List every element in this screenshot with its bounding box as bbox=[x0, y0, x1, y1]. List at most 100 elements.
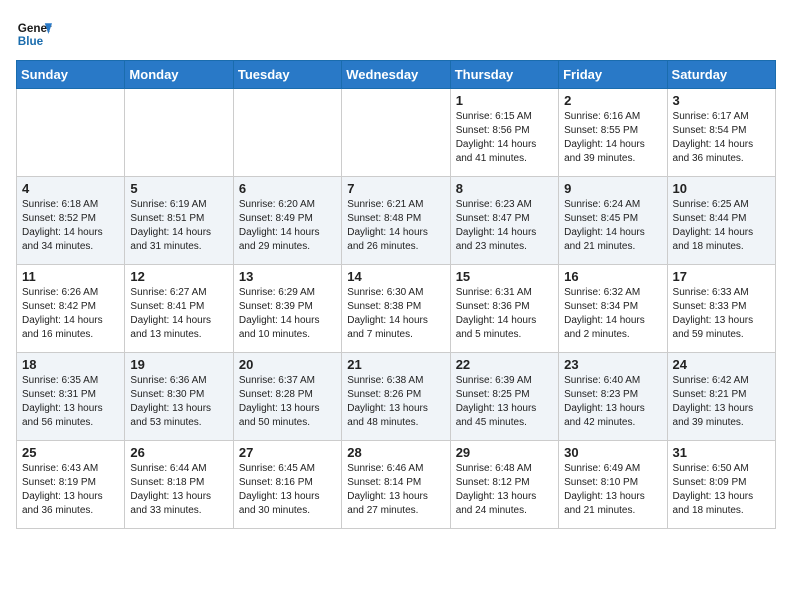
cell-info: and 50 minutes. bbox=[239, 416, 336, 430]
cell-info: and 21 minutes. bbox=[564, 240, 661, 254]
cell-info: Sunrise: 6:39 AM bbox=[456, 374, 553, 388]
cell-info: and 27 minutes. bbox=[347, 504, 444, 518]
cell-info: Daylight: 13 hours bbox=[239, 490, 336, 504]
cell-info: Sunset: 8:54 PM bbox=[673, 124, 770, 138]
logo-icon: General Blue bbox=[16, 16, 52, 52]
cell-info: and 42 minutes. bbox=[564, 416, 661, 430]
cell-info: Daylight: 13 hours bbox=[673, 314, 770, 328]
cell-info: Sunrise: 6:26 AM bbox=[22, 286, 119, 300]
calendar-cell: 13Sunrise: 6:29 AMSunset: 8:39 PMDayligh… bbox=[233, 265, 341, 353]
day-number: 24 bbox=[673, 357, 770, 372]
cell-info: Daylight: 14 hours bbox=[239, 226, 336, 240]
calendar-cell: 19Sunrise: 6:36 AMSunset: 8:30 PMDayligh… bbox=[125, 353, 233, 441]
day-number: 20 bbox=[239, 357, 336, 372]
cell-info: Sunset: 8:39 PM bbox=[239, 300, 336, 314]
cell-info: Daylight: 13 hours bbox=[22, 490, 119, 504]
day-number: 21 bbox=[347, 357, 444, 372]
cell-info: Sunrise: 6:27 AM bbox=[130, 286, 227, 300]
col-saturday: Saturday bbox=[667, 61, 775, 89]
cell-info: Daylight: 13 hours bbox=[347, 402, 444, 416]
cell-info: and 34 minutes. bbox=[22, 240, 119, 254]
col-tuesday: Tuesday bbox=[233, 61, 341, 89]
cell-info: Sunrise: 6:23 AM bbox=[456, 198, 553, 212]
cell-info: and 30 minutes. bbox=[239, 504, 336, 518]
calendar-cell: 16Sunrise: 6:32 AMSunset: 8:34 PMDayligh… bbox=[559, 265, 667, 353]
cell-info: and 59 minutes. bbox=[673, 328, 770, 342]
cell-info: Sunrise: 6:42 AM bbox=[673, 374, 770, 388]
calendar-cell: 30Sunrise: 6:49 AMSunset: 8:10 PMDayligh… bbox=[559, 441, 667, 529]
cell-info: and 39 minutes. bbox=[564, 152, 661, 166]
calendar-cell: 29Sunrise: 6:48 AMSunset: 8:12 PMDayligh… bbox=[450, 441, 558, 529]
cell-info: Sunset: 8:21 PM bbox=[673, 388, 770, 402]
calendar-cell: 22Sunrise: 6:39 AMSunset: 8:25 PMDayligh… bbox=[450, 353, 558, 441]
cell-info: and 18 minutes. bbox=[673, 504, 770, 518]
cell-info: Sunset: 8:45 PM bbox=[564, 212, 661, 226]
calendar-cell: 26Sunrise: 6:44 AMSunset: 8:18 PMDayligh… bbox=[125, 441, 233, 529]
cell-info: and 39 minutes. bbox=[673, 416, 770, 430]
day-number: 10 bbox=[673, 181, 770, 196]
cell-info: Sunrise: 6:43 AM bbox=[22, 462, 119, 476]
cell-info: Daylight: 14 hours bbox=[456, 138, 553, 152]
cell-info: Daylight: 13 hours bbox=[130, 490, 227, 504]
cell-info: and 29 minutes. bbox=[239, 240, 336, 254]
cell-info: Sunset: 8:52 PM bbox=[22, 212, 119, 226]
day-number: 22 bbox=[456, 357, 553, 372]
cell-info: Sunrise: 6:15 AM bbox=[456, 110, 553, 124]
calendar-cell bbox=[233, 89, 341, 177]
col-wednesday: Wednesday bbox=[342, 61, 450, 89]
cell-info: Sunrise: 6:35 AM bbox=[22, 374, 119, 388]
cell-info: Daylight: 14 hours bbox=[456, 314, 553, 328]
calendar-cell: 20Sunrise: 6:37 AMSunset: 8:28 PMDayligh… bbox=[233, 353, 341, 441]
calendar-cell: 1Sunrise: 6:15 AMSunset: 8:56 PMDaylight… bbox=[450, 89, 558, 177]
day-number: 29 bbox=[456, 445, 553, 460]
calendar-cell: 10Sunrise: 6:25 AMSunset: 8:44 PMDayligh… bbox=[667, 177, 775, 265]
cell-info: Sunset: 8:51 PM bbox=[130, 212, 227, 226]
cell-info: Sunset: 8:28 PM bbox=[239, 388, 336, 402]
cell-info: and 31 minutes. bbox=[130, 240, 227, 254]
cell-info: Sunset: 8:16 PM bbox=[239, 476, 336, 490]
calendar-cell bbox=[17, 89, 125, 177]
cell-info: and 36 minutes. bbox=[22, 504, 119, 518]
cell-info: Daylight: 14 hours bbox=[456, 226, 553, 240]
day-number: 5 bbox=[130, 181, 227, 196]
day-number: 18 bbox=[22, 357, 119, 372]
logo: General Blue bbox=[16, 16, 56, 52]
col-monday: Monday bbox=[125, 61, 233, 89]
cell-info: Sunset: 8:48 PM bbox=[347, 212, 444, 226]
day-number: 9 bbox=[564, 181, 661, 196]
cell-info: Daylight: 14 hours bbox=[564, 314, 661, 328]
cell-info: Daylight: 14 hours bbox=[673, 138, 770, 152]
calendar-week-4: 18Sunrise: 6:35 AMSunset: 8:31 PMDayligh… bbox=[17, 353, 776, 441]
cell-info: Sunrise: 6:48 AM bbox=[456, 462, 553, 476]
cell-info: Daylight: 14 hours bbox=[22, 226, 119, 240]
cell-info: Daylight: 13 hours bbox=[130, 402, 227, 416]
calendar-week-1: 1Sunrise: 6:15 AMSunset: 8:56 PMDaylight… bbox=[17, 89, 776, 177]
cell-info: Sunset: 8:55 PM bbox=[564, 124, 661, 138]
calendar-cell bbox=[125, 89, 233, 177]
cell-info: and 53 minutes. bbox=[130, 416, 227, 430]
day-number: 1 bbox=[456, 93, 553, 108]
cell-info: and 2 minutes. bbox=[564, 328, 661, 342]
cell-info: and 21 minutes. bbox=[564, 504, 661, 518]
calendar-cell: 21Sunrise: 6:38 AMSunset: 8:26 PMDayligh… bbox=[342, 353, 450, 441]
cell-info: and 48 minutes. bbox=[347, 416, 444, 430]
calendar-cell: 28Sunrise: 6:46 AMSunset: 8:14 PMDayligh… bbox=[342, 441, 450, 529]
day-number: 30 bbox=[564, 445, 661, 460]
day-number: 8 bbox=[456, 181, 553, 196]
cell-info: Sunset: 8:30 PM bbox=[130, 388, 227, 402]
calendar-cell: 17Sunrise: 6:33 AMSunset: 8:33 PMDayligh… bbox=[667, 265, 775, 353]
cell-info: Daylight: 13 hours bbox=[673, 490, 770, 504]
cell-info: and 45 minutes. bbox=[456, 416, 553, 430]
calendar-cell: 5Sunrise: 6:19 AMSunset: 8:51 PMDaylight… bbox=[125, 177, 233, 265]
calendar-cell: 11Sunrise: 6:26 AMSunset: 8:42 PMDayligh… bbox=[17, 265, 125, 353]
calendar-cell: 2Sunrise: 6:16 AMSunset: 8:55 PMDaylight… bbox=[559, 89, 667, 177]
cell-info: and 16 minutes. bbox=[22, 328, 119, 342]
day-number: 6 bbox=[239, 181, 336, 196]
cell-info: Daylight: 13 hours bbox=[456, 402, 553, 416]
cell-info: Sunset: 8:23 PM bbox=[564, 388, 661, 402]
day-number: 7 bbox=[347, 181, 444, 196]
cell-info: Sunrise: 6:30 AM bbox=[347, 286, 444, 300]
cell-info: Daylight: 13 hours bbox=[564, 402, 661, 416]
cell-info: Daylight: 14 hours bbox=[22, 314, 119, 328]
cell-info: Sunrise: 6:44 AM bbox=[130, 462, 227, 476]
